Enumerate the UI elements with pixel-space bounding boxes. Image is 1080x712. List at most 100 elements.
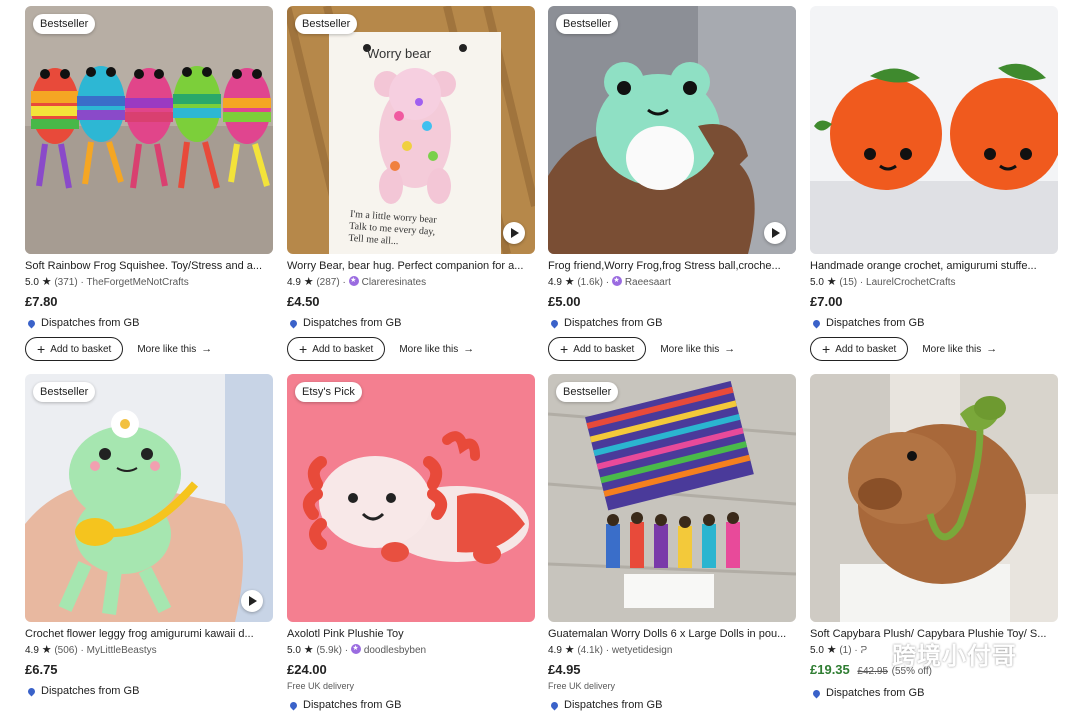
rating-score: 5.0 <box>810 645 824 656</box>
separator-dot: · <box>859 277 864 288</box>
review-count: (1.6k) <box>577 277 603 288</box>
more-like-this-link[interactable]: More like this → <box>660 343 735 355</box>
product-title[interactable]: Guatemalan Worry Dolls 6 x Large Dolls i… <box>548 627 796 641</box>
add-to-basket-button[interactable]: + Add to basket <box>25 337 124 361</box>
dispatch-info: Dispatches from GB <box>287 698 535 712</box>
product-title[interactable]: Frog friend,Worry Frog,frog Stress ball,… <box>548 259 796 273</box>
review-count: (4.1k) <box>577 645 603 656</box>
dispatch-info: Dispatches from GB <box>548 698 796 712</box>
rating-score: 4.9 <box>548 277 562 288</box>
dispatch-text: Dispatches from GB <box>826 317 925 329</box>
shop-name[interactable]: MyLittleBeastys <box>87 645 157 656</box>
shop-name[interactable]: doodlesbyben <box>364 645 426 656</box>
add-to-basket-button[interactable]: + Add to basket <box>287 337 386 361</box>
card-actions: + Add to basket More like this → <box>287 337 535 361</box>
add-to-basket-label: Add to basket <box>50 343 112 355</box>
product-price: £4.50 <box>287 294 320 309</box>
product-title[interactable]: Worry Bear, bear hug. Perfect companion … <box>287 259 535 273</box>
shop-name[interactable]: TheForgetMeNotCrafts <box>86 277 188 288</box>
product-image[interactable]: Bestseller <box>25 374 273 622</box>
product-image[interactable] <box>810 6 1058 254</box>
product-title[interactable]: Soft Rainbow Frog Squishee. Toy/Stress a… <box>25 259 273 273</box>
product-image[interactable]: Bestseller Worry bear I'm a little worry… <box>287 6 535 254</box>
product-image[interactable]: Bestseller <box>25 6 273 254</box>
product-rating: 4.9 ★ (4.1k) · wetyetidesign <box>548 644 796 657</box>
product-rating: 5.0 ★ (371) · TheForgetMeNotCrafts <box>25 276 273 289</box>
star-seller-icon <box>611 276 622 286</box>
play-video-icon[interactable] <box>503 222 525 244</box>
rating-score: 5.0 <box>810 277 824 288</box>
product-title[interactable]: Handmade orange crochet, amigurumi stuff… <box>810 259 1058 273</box>
arrow-right-icon: → <box>463 343 475 355</box>
product-card[interactable]: Bestseller Crochet flower leggy frog ami… <box>25 374 273 698</box>
product-image[interactable]: Bestseller <box>548 374 796 622</box>
plus-icon: + <box>822 341 831 357</box>
location-pin-icon <box>549 700 560 710</box>
shop-name[interactable]: Clareresinates <box>362 277 426 288</box>
watermark-text: 跨境小付哥 <box>892 642 1017 670</box>
rating-score: 4.9 <box>25 645 39 656</box>
review-count: (287) <box>316 277 340 288</box>
dispatch-info: Dispatches from GB <box>810 686 1058 700</box>
product-card[interactable]: Handmade orange crochet, amigurumi stuff… <box>810 6 1058 361</box>
star-icon: ★ <box>41 644 52 656</box>
more-like-this-label: More like this <box>660 343 720 355</box>
dispatch-text: Dispatches from GB <box>303 317 402 329</box>
sale-price: £19.35 <box>810 662 850 677</box>
product-price: £7.00 <box>810 294 843 309</box>
product-image[interactable] <box>810 374 1058 622</box>
play-video-icon[interactable] <box>241 590 263 612</box>
product-card[interactable]: Bestseller Guatemalan Worry Dolls 6 x La… <box>548 374 796 712</box>
product-card[interactable]: Bestseller Frog friend,Worry Frog,frog S… <box>548 6 796 361</box>
green-frog-ball-image <box>548 6 796 254</box>
more-like-this-label: More like this <box>399 343 459 355</box>
star-icon: ★ <box>564 644 575 656</box>
capybara-plush-image <box>810 374 1058 622</box>
review-count: (15) <box>839 277 858 288</box>
product-card[interactable]: Bestseller Soft Rainbow Frog Squishee. T… <box>25 6 273 361</box>
product-card[interactable]: Bestseller Worry bear I'm a little worry… <box>287 6 535 361</box>
product-rating: 4.9 ★ (1.6k) · Raeesaart <box>548 276 796 289</box>
separator-dot: · <box>342 277 346 288</box>
product-image[interactable]: Etsy's Pick <box>287 374 535 622</box>
shop-name[interactable]: LaurelCrochetCrafts <box>866 277 955 288</box>
product-price: £4.95 <box>548 662 581 677</box>
watermark: 跨境小付哥 <box>852 636 1052 670</box>
add-to-basket-label: Add to basket <box>573 343 635 355</box>
location-pin-icon <box>811 688 822 698</box>
plus-icon: + <box>299 341 308 357</box>
dispatch-info: Dispatches from GB <box>25 316 273 330</box>
dispatch-text: Dispatches from GB <box>303 699 402 711</box>
separator-dot: · <box>80 645 84 656</box>
star-seller-icon <box>350 644 361 654</box>
product-price: £7.80 <box>25 294 58 309</box>
product-card[interactable]: Etsy's Pick Axolotl Pink Plushie Toy 5.0… <box>287 374 535 712</box>
add-to-basket-button[interactable]: + Add to basket <box>548 337 647 361</box>
flower-frog-image <box>25 374 273 622</box>
card-actions: + Add to basket More like this → <box>25 337 273 361</box>
dispatch-info: Dispatches from GB <box>287 316 535 330</box>
dispatch-info: Dispatches from GB <box>810 316 1058 330</box>
add-to-basket-button[interactable]: + Add to basket <box>810 337 909 361</box>
review-count: (371) <box>54 277 78 288</box>
more-like-this-link[interactable]: More like this → <box>399 343 474 355</box>
product-title[interactable]: Crochet flower leggy frog amigurumi kawa… <box>25 627 273 641</box>
product-title[interactable]: Axolotl Pink Plushie Toy <box>287 627 535 641</box>
bestseller-badge: Bestseller <box>295 14 358 34</box>
free-delivery-text: Free UK delivery <box>287 681 355 691</box>
more-like-this-label: More like this <box>137 343 197 355</box>
star-icon: ★ <box>826 644 837 656</box>
play-video-icon[interactable] <box>764 222 786 244</box>
shop-name[interactable]: Raeesaart <box>625 277 671 288</box>
shop-name[interactable]: wetyetidesign <box>612 645 673 656</box>
add-to-basket-label: Add to basket <box>312 343 374 355</box>
location-pin-icon <box>288 318 299 328</box>
more-like-this-link[interactable]: More like this → <box>922 343 997 355</box>
location-pin-icon <box>288 700 299 710</box>
more-like-this-link[interactable]: More like this → <box>137 343 212 355</box>
product-rating: 4.9 ★ (506) · MyLittleBeastys <box>25 644 273 657</box>
product-image[interactable]: Bestseller <box>548 6 796 254</box>
product-rating: 5.0 ★ (15) · LaurelCrochetCrafts <box>810 276 1058 289</box>
arrow-right-icon: → <box>986 343 998 355</box>
location-pin-icon <box>26 686 37 696</box>
